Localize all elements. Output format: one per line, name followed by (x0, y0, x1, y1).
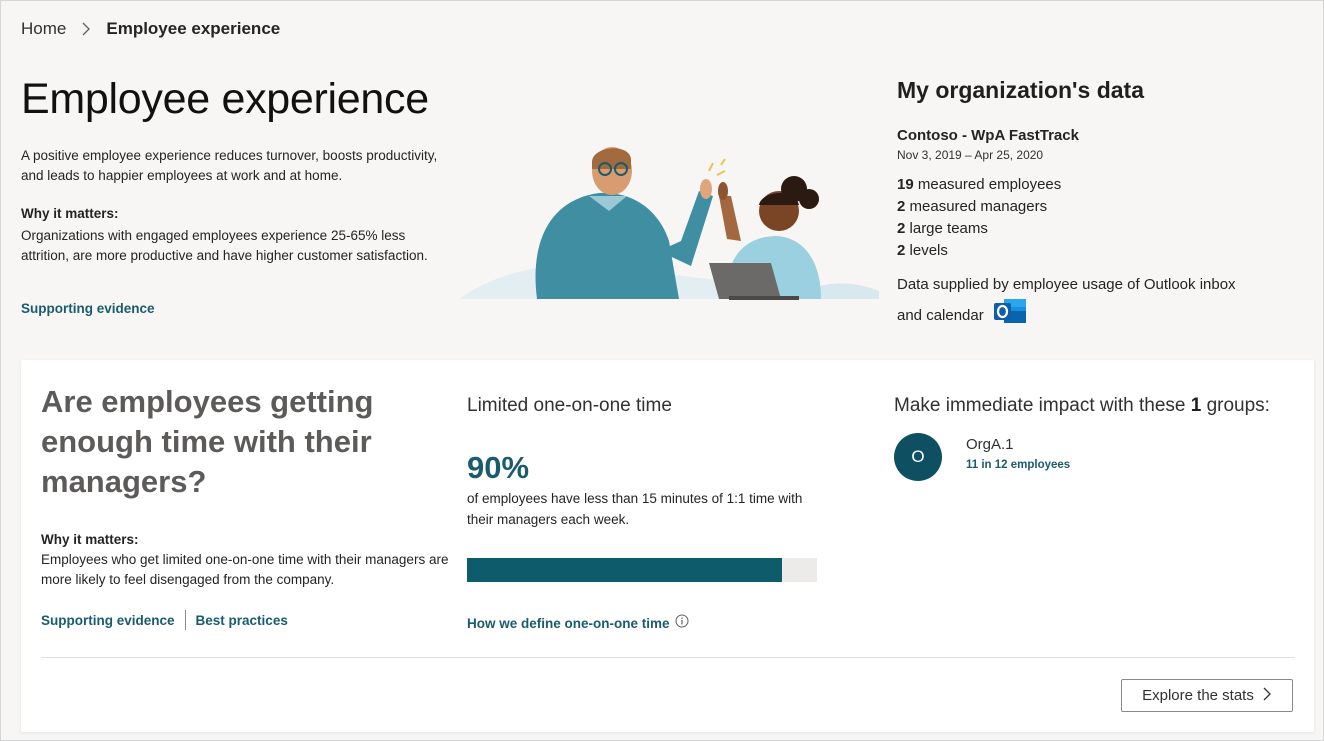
card-supporting-evidence-link[interactable]: Supporting evidence (41, 613, 175, 628)
info-icon[interactable] (675, 614, 689, 633)
define-one-on-one-link[interactable]: How we define one-on-one time (467, 616, 670, 631)
card-question-title: Are employees getting enough time with t… (41, 384, 374, 499)
metric-progress-bar (467, 558, 817, 582)
org-stat-value: 2 (897, 242, 906, 259)
org-stat-item: 2 measured managers (897, 196, 1061, 218)
hero-why-text: Organizations with engaged employees exp… (21, 228, 428, 263)
org-data-source: Data supplied by employee usage of Outlo… (897, 272, 1237, 335)
group-employee-count-link[interactable]: 11 in 12 employees (966, 459, 1070, 471)
org-date-range: Nov 3, 2019 – Apr 25, 2020 (897, 148, 1044, 162)
card-divider (41, 657, 1295, 658)
breadcrumb-home-link[interactable]: Home (21, 19, 66, 39)
metric-description: of employees have less than 15 minutes o… (467, 491, 803, 527)
explore-stats-label: Explore the stats (1142, 687, 1254, 704)
explore-stats-button[interactable]: Explore the stats (1121, 679, 1293, 712)
impact-title: Make immediate impact with these 1 group… (894, 395, 1270, 417)
org-stat-item: 2 large teams (897, 218, 1061, 240)
page-frame: Home Employee experience Employee experi… (0, 0, 1324, 741)
org-stat-value: 2 (897, 198, 906, 215)
org-stat-value: 2 (897, 220, 906, 237)
high-five-illustration (459, 141, 879, 301)
org-stat-value: 19 (897, 176, 914, 193)
card-links: Supporting evidence Best practices (41, 610, 288, 630)
org-data-source-text: Data supplied by employee usage of Outlo… (897, 276, 1236, 324)
org-stats-list: 19 measured employees 2 measured manager… (897, 174, 1061, 262)
manager-time-card: Are employees getting enough time with t… (21, 360, 1314, 732)
page-title: Employee experience (21, 75, 429, 123)
org-data-heading: My organization's data (897, 77, 1145, 103)
outlook-icon (993, 297, 1028, 335)
hero-supporting-evidence-link[interactable]: Supporting evidence (21, 301, 155, 316)
group-name: OrgA.1 (966, 436, 1014, 453)
hero-why-label: Why it matters: (21, 206, 119, 221)
org-stat-label: measured employees (917, 176, 1062, 193)
org-name: Contoso - WpA FastTrack (897, 127, 1079, 144)
hero-description: A positive employee experience reduces t… (21, 148, 438, 183)
define-link-row: How we define one-on-one time (467, 614, 689, 633)
impact-title-prefix: Make immediate impact with these (894, 395, 1191, 416)
org-stat-item: 19 measured employees (897, 174, 1061, 196)
chevron-right-icon (1262, 687, 1272, 705)
org-stat-label: levels (909, 242, 948, 259)
best-practices-link[interactable]: Best practices (196, 613, 288, 628)
breadcrumb: Home Employee experience (21, 19, 280, 39)
chevron-right-icon (78, 21, 94, 37)
card-why-text: Employees who get limited one-on-one tim… (41, 552, 449, 587)
breadcrumb-current: Employee experience (106, 19, 281, 38)
link-divider (184, 610, 186, 630)
metric-value: 90% (467, 450, 530, 485)
org-stat-label: measured managers (909, 198, 1048, 215)
org-stat-label: large teams (909, 220, 988, 237)
impact-title-suffix: groups: (1201, 395, 1270, 416)
metric-progress-fill (467, 558, 782, 582)
group-avatar: O (894, 433, 942, 481)
metric-title: Limited one-on-one time (467, 395, 672, 416)
org-stat-item: 2 levels (897, 240, 1061, 262)
card-why-label: Why it matters: (41, 532, 139, 547)
impact-group-count: 1 (1190, 395, 1202, 416)
